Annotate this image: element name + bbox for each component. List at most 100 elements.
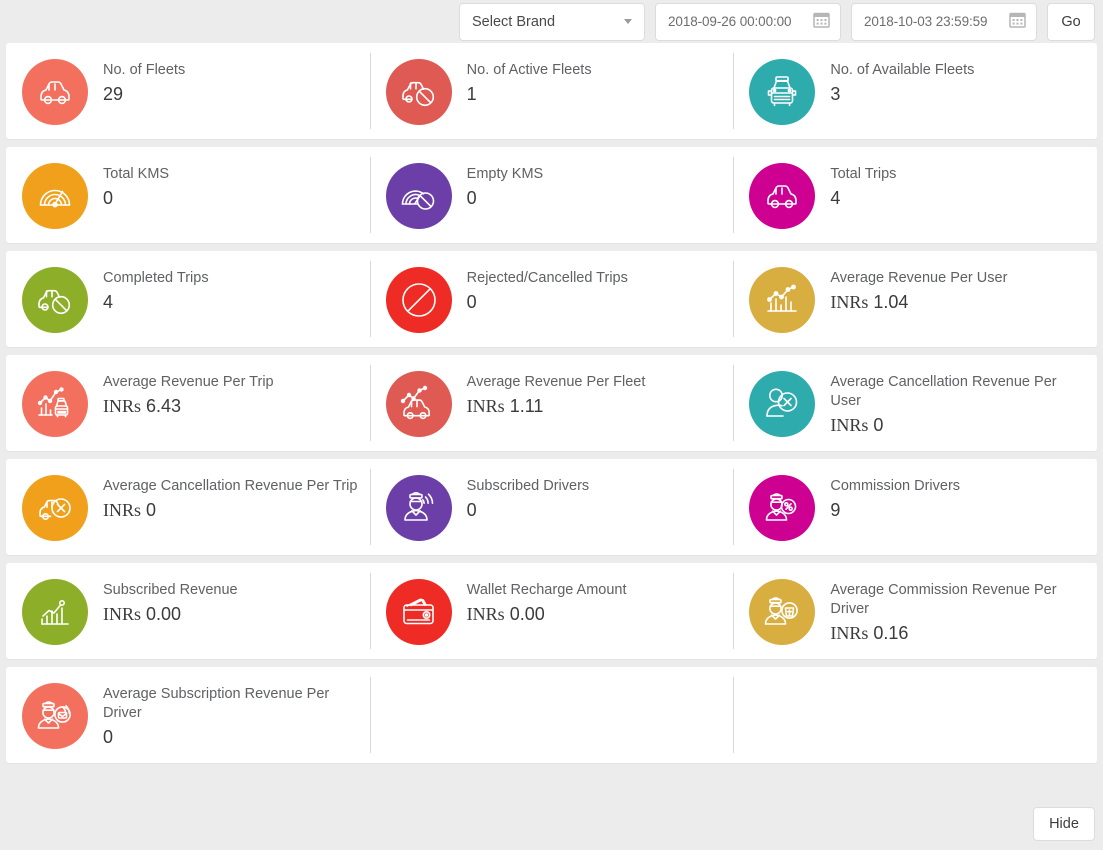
kpi-value: 1 (466, 84, 477, 105)
kpi-title: Subscribed Revenue (103, 582, 238, 598)
kpi-row: Average Revenue Per Trip INRs 6.43 Averag… (6, 355, 1097, 451)
car-icon (749, 163, 816, 229)
chevron-down-icon (624, 19, 632, 24)
start-date-input[interactable]: 2018-09-26 00:00:00 (655, 2, 841, 41)
kpi-card-empty (369, 667, 734, 763)
bar-chart-icon (22, 579, 88, 645)
kpi-title: Average Subscription Revenue Per Driver (103, 686, 330, 722)
kpi-text: Average Cancellation Revenue Per User INR… (830, 369, 1085, 437)
kpi-number: 0 (873, 415, 884, 436)
kpi-number: 1.11 (509, 396, 544, 417)
kpi-value: INRs 0.16 (830, 623, 1085, 645)
car-blocked-icon (22, 267, 88, 333)
footer-bar: Hide (1033, 807, 1095, 841)
kpi-text: No. of Fleets 29 (103, 57, 185, 106)
brand-select[interactable]: Select Brand (459, 2, 645, 41)
kpi-text: No. of Active Fleets 1 (467, 57, 592, 106)
kpi-card: Completed Trips 4 (6, 251, 370, 347)
kpi-title: Total KMS (103, 166, 170, 182)
kpi-text: Average Revenue Per Trip INRs 6.43 (103, 369, 274, 418)
kpi-row: Subscribed Revenue INRs 0.00 Wallet Recha… (6, 563, 1097, 659)
kpi-value: INRs 1.04 (830, 292, 1007, 314)
user-cancel-icon (749, 371, 816, 437)
kpi-number: 0.00 (146, 604, 182, 625)
kpi-text: Average Subscription Revenue Per Driver 0 (103, 681, 358, 749)
taxi-front-icon (749, 59, 816, 125)
kpi-value: 9 (830, 500, 841, 521)
go-button-label: Go (1061, 13, 1081, 30)
kpi-currency: INRs (466, 396, 505, 417)
kpi-number: 0.16 (873, 623, 909, 644)
kpi-title: Average Revenue Per Fleet (466, 374, 646, 390)
kpi-card: Empty KMS 0 (369, 147, 734, 243)
kpi-value: 4 (830, 188, 841, 209)
go-button[interactable]: Go (1047, 2, 1095, 41)
kpi-title: Average Revenue Per Trip (103, 374, 274, 390)
kpi-currency: INRs (830, 623, 869, 644)
kpi-currency: INRs (466, 604, 505, 625)
kpi-text: Total KMS 0 (103, 161, 169, 210)
kpi-value: 0 (103, 188, 114, 209)
kpi-card: Total KMS 0 (6, 147, 370, 243)
speedometer-blocked-icon (385, 163, 452, 229)
kpi-currency: INRs (103, 500, 142, 521)
kpi-title: Empty KMS (466, 166, 544, 182)
hide-button[interactable]: Hide (1033, 807, 1095, 841)
kpi-title: Average Cancellation Revenue Per User (830, 374, 1057, 410)
kpi-number: 6.43 (146, 396, 182, 417)
kpi-card: Subscribed Revenue INRs 0.00 (6, 563, 370, 659)
kpi-title: No. of Active Fleets (466, 62, 592, 78)
kpi-title: Subscribed Drivers (466, 478, 590, 494)
kpi-card: No. of Fleets 29 (6, 43, 370, 139)
kpi-text: Average Cancellation Revenue Per Trip INR… (103, 473, 357, 522)
kpi-number: 1.04 (873, 292, 909, 313)
kpi-card: Average Commission Revenue Per Driver INR… (733, 563, 1097, 659)
kpi-text: Empty KMS 0 (467, 161, 544, 210)
kpi-card: Average Subscription Revenue Per Driver 0 (6, 667, 370, 763)
kpi-number: 0 (146, 500, 157, 521)
kpi-text: No. of Available Fleets 3 (830, 57, 974, 106)
kpi-text: Rejected/Cancelled Trips 0 (467, 265, 628, 314)
kpi-title: Commission Drivers (830, 478, 961, 494)
kpi-card: No. of Available Fleets 3 (733, 43, 1097, 139)
kpi-text: Average Revenue Per User INRs 1.04 (830, 265, 1007, 314)
kpi-currency: INRs (830, 292, 869, 313)
kpi-text: Completed Trips 4 (103, 265, 209, 314)
kpi-card-empty (733, 667, 1097, 763)
kpi-title: Average Commission Revenue Per Driver (830, 582, 1057, 618)
calendar-icon[interactable] (1009, 11, 1026, 33)
kpi-value: INRs 0 (830, 415, 1085, 437)
car-blocked-icon (385, 59, 452, 125)
no-entry-icon (385, 267, 452, 333)
kpi-title: Total Trips (830, 166, 897, 182)
kpi-title: No. of Fleets (103, 62, 186, 78)
kpi-value: INRs 0.00 (467, 604, 627, 626)
chart-taxi-icon (22, 371, 88, 437)
kpi-value: 4 (103, 292, 114, 313)
kpi-text: Commission Drivers 9 (830, 473, 960, 522)
driver-signal-badge-icon (22, 683, 88, 749)
kpi-text: Subscribed Drivers 0 (467, 473, 590, 522)
kpi-card: Rejected/Cancelled Trips 0 (369, 251, 734, 347)
kpi-value: 0 (466, 188, 477, 209)
kpi-card: Average Cancellation Revenue Per Trip INR… (6, 459, 370, 555)
kpi-value: INRs 6.43 (103, 396, 274, 418)
driver-percent-icon (749, 475, 816, 541)
end-date-input[interactable]: 2018-10-03 23:59:59 (851, 2, 1037, 41)
start-date-value: 2018-09-26 00:00:00 (668, 14, 792, 29)
kpi-card: Commission Drivers 9 (733, 459, 1097, 555)
kpi-card: Average Revenue Per User INRs 1.04 (733, 251, 1097, 347)
kpi-value: 0 (466, 500, 477, 521)
chart-car-icon (385, 371, 452, 437)
kpi-card: No. of Active Fleets 1 (369, 43, 734, 139)
kpi-text: Subscribed Revenue INRs 0.00 (103, 577, 238, 626)
kpi-row: Average Subscription Revenue Per Driver 0 (6, 667, 1097, 763)
filter-toolbar: Select Brand 2018-09-26 00:00:00 2018-10… (0, 0, 1103, 43)
hide-button-label: Hide (1049, 816, 1079, 832)
calendar-icon[interactable] (813, 11, 830, 33)
kpi-currency: INRs (103, 396, 142, 417)
kpi-title: No. of Available Fleets (830, 62, 975, 78)
kpi-card: Subscribed Drivers 0 (369, 459, 734, 555)
kpi-value: INRs 0.00 (103, 604, 238, 626)
kpi-row: Total KMS 0 Empty KMS 0 Total Trips 4 (6, 147, 1097, 243)
